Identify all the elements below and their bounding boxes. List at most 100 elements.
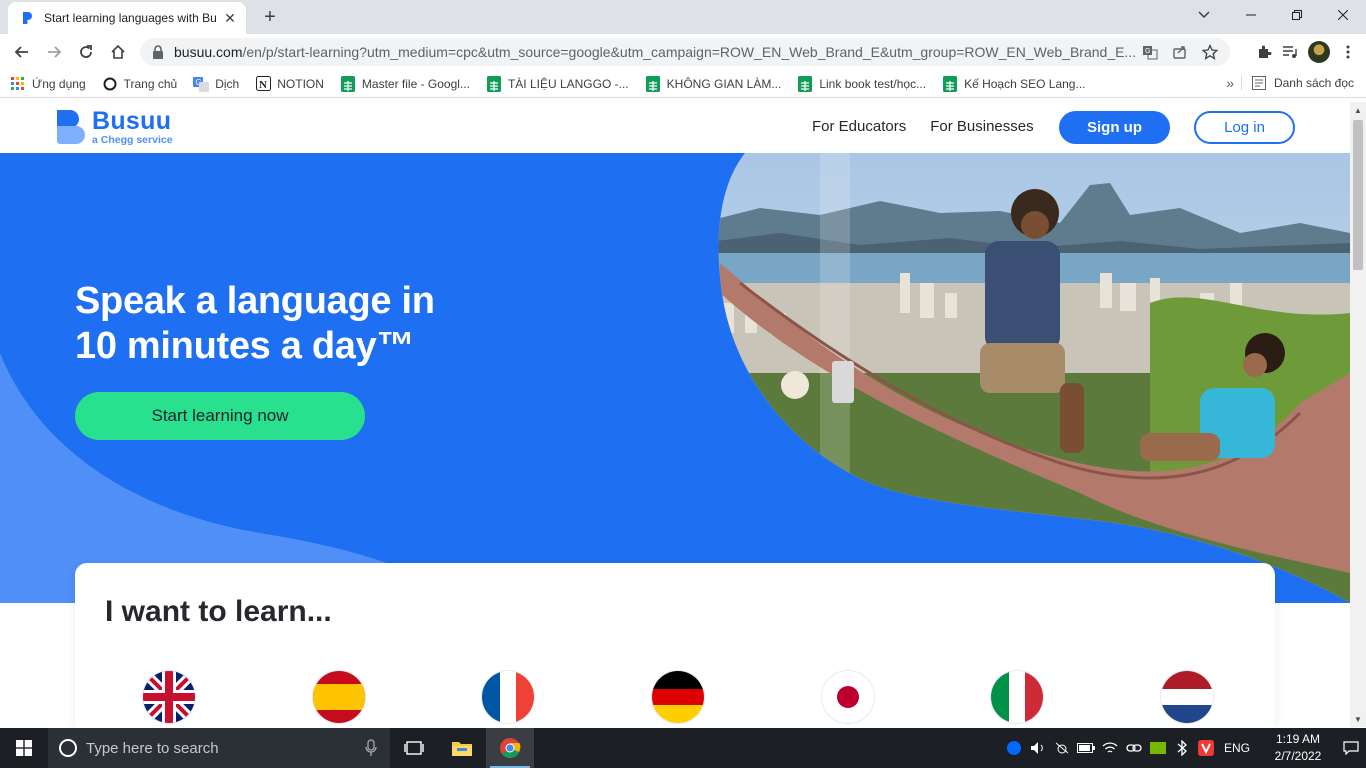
tab-search-icon[interactable] <box>1192 0 1216 30</box>
busuu-logo[interactable]: Busuu a Chegg service <box>54 108 173 146</box>
cortana-icon <box>59 739 77 757</box>
taskbar-search-box[interactable]: Type here to search <box>48 728 390 768</box>
translate-icon: G <box>193 76 210 92</box>
browser-toolbar: busuu.com/en/p/start-learning?utm_medium… <box>0 34 1366 70</box>
close-tab-icon[interactable]: ✕ <box>222 10 238 26</box>
file-explorer-icon[interactable] <box>438 728 486 768</box>
url-path: /en/p/start-learning?utm_medium=cpc&utm_… <box>242 44 1137 60</box>
window-controls <box>1228 0 1366 30</box>
network-disconnected-icon[interactable] <box>1050 728 1074 768</box>
profile-avatar[interactable] <box>1308 41 1330 63</box>
toolbar-right <box>1256 38 1356 66</box>
spanish-flag-icon[interactable] <box>312 671 365 723</box>
italian-flag-icon[interactable] <box>991 671 1044 723</box>
tab-title: Start learning languages with Busuu <box>44 11 216 25</box>
scroll-up-icon[interactable]: ▲ <box>1350 102 1366 118</box>
scroll-thumb[interactable] <box>1353 120 1363 270</box>
hero-title-line-1: Speak a language in <box>75 280 435 322</box>
reading-list-button[interactable]: Danh sách đọc <box>1240 76 1354 90</box>
new-tab-icon[interactable]: + <box>258 6 282 28</box>
home-circle-icon <box>102 76 118 92</box>
site-header: Busuu a Chegg service For Educators For … <box>0 102 1350 153</box>
reading-list-icon <box>1251 76 1266 90</box>
volume-icon[interactable] <box>1026 728 1050 768</box>
windows-start-icon[interactable] <box>0 728 48 768</box>
german-flag-icon[interactable] <box>651 671 704 723</box>
english-flag-icon[interactable] <box>143 671 195 723</box>
french-flag-icon[interactable] <box>482 671 535 723</box>
bookmark-label: Link book test/học... <box>819 76 927 91</box>
bookmark-label: NOTION <box>277 76 324 91</box>
scroll-down-icon[interactable]: ▼ <box>1350 711 1366 727</box>
input-language[interactable]: ENG <box>1224 741 1250 755</box>
bluetooth-icon[interactable] <box>1170 728 1194 768</box>
bookmark-label: Kế Hoạch SEO Lang... <box>964 76 1086 91</box>
nvidia-icon[interactable] <box>1146 728 1170 768</box>
close-window-icon[interactable] <box>1320 0 1366 30</box>
task-view-icon[interactable] <box>390 728 438 768</box>
address-bar[interactable]: busuu.com/en/p/start-learning?utm_medium… <box>140 38 1230 66</box>
system-tray: ENG 1:19 AM 2/7/2022 <box>1002 728 1366 768</box>
reload-icon[interactable] <box>70 36 102 68</box>
busuu-logo-icon <box>57 110 85 144</box>
address-bar-actions: G <box>1142 44 1218 60</box>
share-icon[interactable] <box>1172 44 1188 60</box>
clock-time: 1:19 AM <box>1275 732 1321 746</box>
sheets-icon <box>486 75 502 92</box>
bookmark-home[interactable]: Trang chủ <box>102 76 177 92</box>
bookmark-notion[interactable]: N NOTION <box>255 76 324 92</box>
bookmark-sheet-3[interactable]: KHÔNG GIAN LÀM... <box>645 75 781 92</box>
japanese-flag-icon[interactable] <box>821 671 874 723</box>
more-bookmarks-chevron-icon[interactable]: » <box>1226 75 1234 91</box>
back-icon[interactable] <box>6 36 38 68</box>
extensions-icon[interactable] <box>1256 44 1272 60</box>
vivaldi-icon[interactable] <box>1194 728 1218 768</box>
lock-icon[interactable] <box>152 45 164 59</box>
windows-taskbar: Type here to search ENG 1:19 AM 2/7/2022 <box>0 728 1366 768</box>
home-icon[interactable] <box>102 36 134 68</box>
bookmark-sheet-1[interactable]: Master file - Googl... <box>340 75 470 92</box>
bookmark-translate[interactable]: G Dịch <box>193 76 239 92</box>
bookmark-star-icon[interactable] <box>1202 44 1218 60</box>
translate-page-icon[interactable]: G <box>1142 44 1158 60</box>
dutch-flag-icon[interactable] <box>1160 671 1213 723</box>
link-icon[interactable] <box>1122 728 1146 768</box>
log-in-button[interactable]: Log in <box>1194 111 1295 144</box>
media-control-icon[interactable] <box>1282 44 1298 60</box>
battery-icon[interactable] <box>1074 728 1098 768</box>
system-clock[interactable]: 1:19 AM 2/7/2022 <box>1260 731 1336 765</box>
minimize-icon[interactable] <box>1228 0 1274 30</box>
browser-tab[interactable]: Start learning languages with Busuu ✕ <box>8 2 246 34</box>
for-businesses-link[interactable]: For Businesses <box>930 118 1033 135</box>
hero-section: Speak a language in 10 minutes a day™ St… <box>0 153 1350 603</box>
for-educators-link[interactable]: For Educators <box>812 118 906 135</box>
reading-list-label: Danh sách đọc <box>1273 76 1354 90</box>
forward-icon[interactable] <box>38 36 70 68</box>
busuu-favicon-icon <box>23 12 32 24</box>
wifi-icon[interactable] <box>1098 728 1122 768</box>
start-learning-button[interactable]: Start learning now <box>75 392 365 440</box>
bookmark-sheet-4[interactable]: Link book test/học... <box>797 75 927 92</box>
notifications-icon[interactable] <box>1336 728 1366 768</box>
language-picker-title: I want to learn... <box>105 595 332 628</box>
clock-date: 2/7/2022 <box>1274 749 1322 763</box>
bookmark-sheet-2[interactable]: TÀI LIỆU LANGGO -... <box>486 75 629 92</box>
zalo-icon[interactable] <box>1002 728 1026 768</box>
hero-title: Speak a language in 10 minutes a day™ <box>75 279 435 369</box>
page-scrollbar[interactable]: ▲ ▼ <box>1350 102 1366 727</box>
menu-dots-icon[interactable] <box>1340 44 1356 60</box>
brand-name: Busuu <box>92 107 172 135</box>
sign-up-button[interactable]: Sign up <box>1059 111 1170 144</box>
chrome-taskbar-icon[interactable] <box>486 728 534 768</box>
bookmark-sheet-5[interactable]: Kế Hoạch SEO Lang... <box>942 75 1086 92</box>
restore-icon[interactable] <box>1274 0 1320 30</box>
notion-icon: N <box>255 76 271 92</box>
site-nav: For Educators For Businesses <box>812 118 1034 135</box>
sheets-icon <box>645 75 661 92</box>
hero-title-line-2: 10 minutes a day™ <box>75 325 415 367</box>
sheets-icon <box>942 75 958 92</box>
microphone-icon[interactable] <box>364 739 378 757</box>
bookmarks-bar: Ứng dụng Trang chủ G Dịch N NOTION Maste… <box>0 70 1366 98</box>
bookmark-apps[interactable]: Ứng dụng <box>10 76 86 92</box>
language-flags <box>143 671 1213 723</box>
